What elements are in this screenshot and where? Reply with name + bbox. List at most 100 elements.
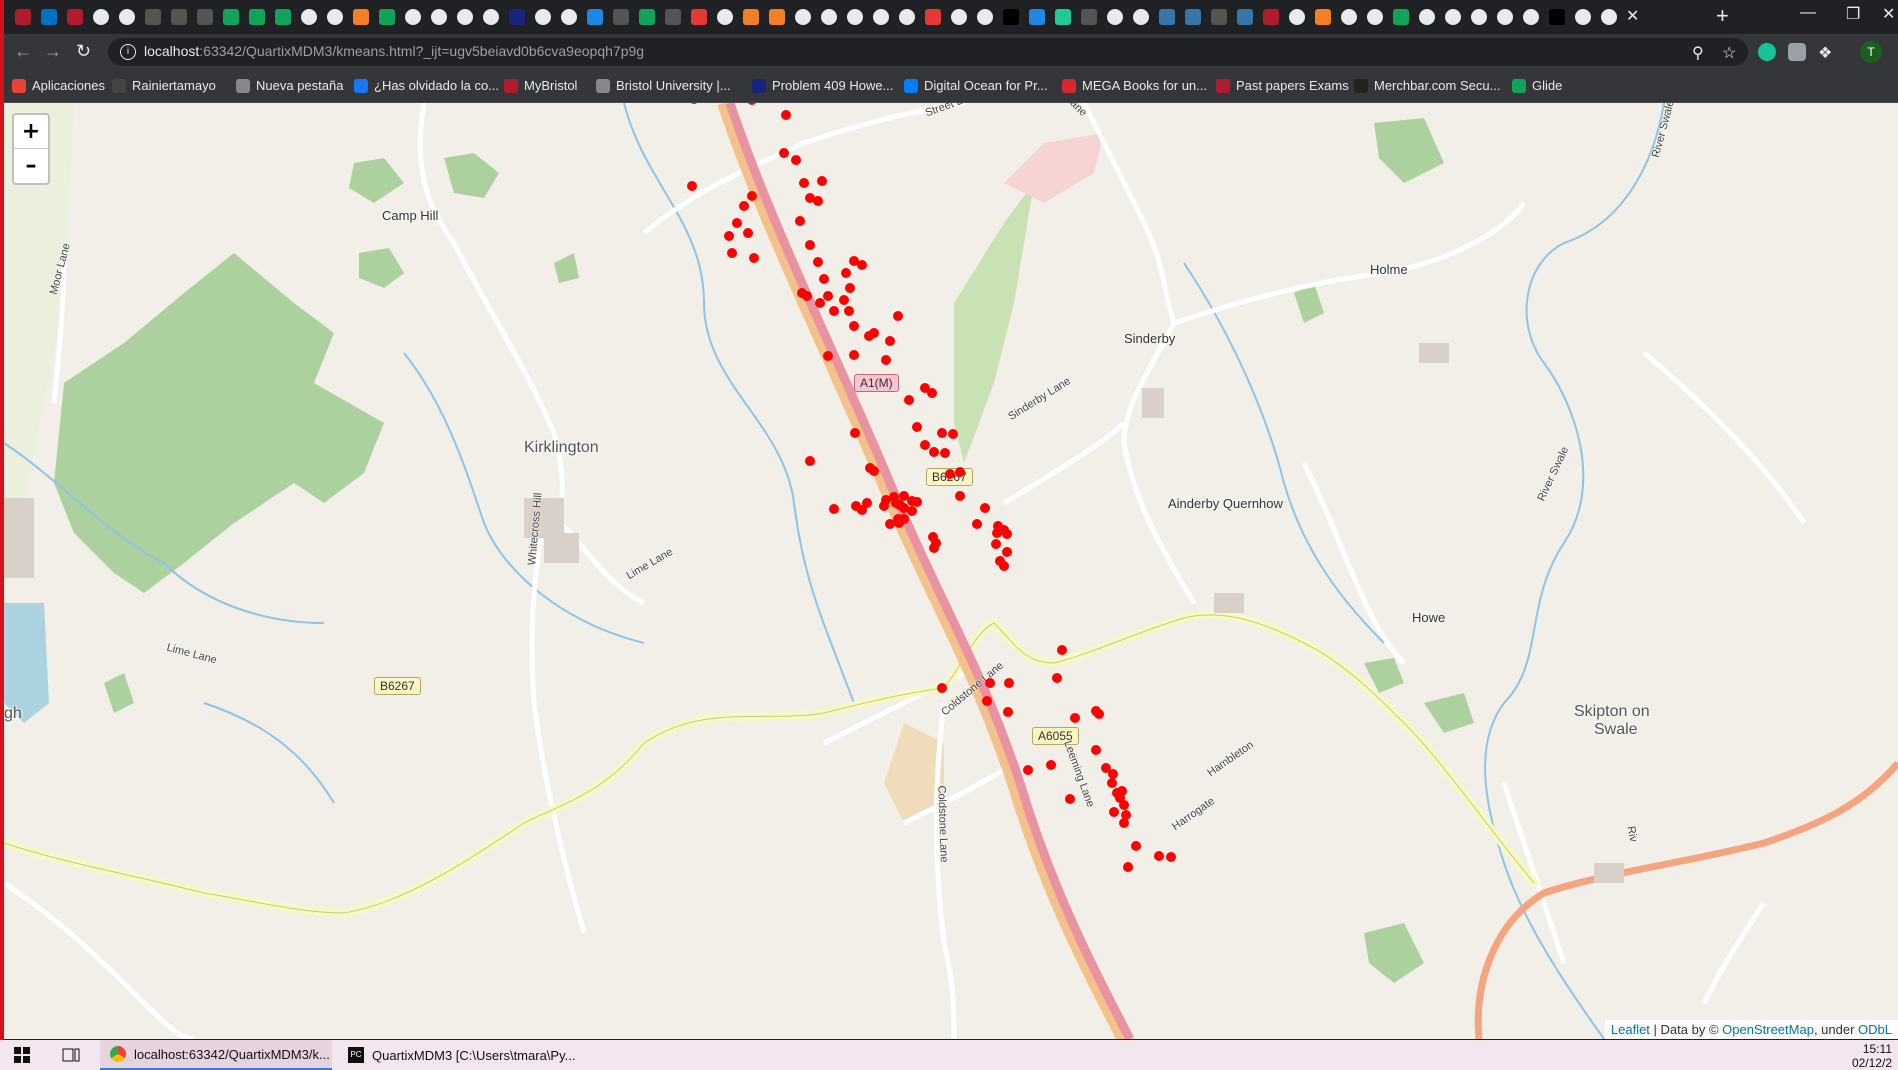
bookmark-item[interactable]: Problem 409 Howe...	[752, 78, 893, 93]
cluster-marker[interactable]	[927, 388, 937, 398]
task-view-icon[interactable]	[62, 1040, 80, 1070]
grammarly-extension-icon[interactable]	[1758, 43, 1776, 61]
cluster-marker[interactable]	[912, 497, 922, 507]
minimize-icon[interactable]: —	[1800, 4, 1816, 22]
restore-icon[interactable]: ❐	[1846, 4, 1860, 24]
cluster-marker[interactable]	[907, 506, 917, 516]
tab-favicon[interactable]	[584, 6, 606, 28]
tab-favicon[interactable]	[1494, 6, 1516, 28]
cluster-marker[interactable]	[781, 110, 791, 120]
cluster-marker[interactable]	[991, 539, 1001, 549]
cluster-marker[interactable]	[857, 505, 867, 515]
cluster-marker[interactable]	[849, 350, 859, 360]
cluster-marker[interactable]	[985, 678, 995, 688]
tab-favicon[interactable]	[1390, 6, 1412, 28]
cluster-marker[interactable]	[727, 248, 737, 258]
cluster-marker[interactable]	[739, 201, 749, 211]
cluster-marker[interactable]	[815, 298, 825, 308]
tab-favicon[interactable]	[1546, 6, 1568, 28]
bookmark-item[interactable]: MyBristol	[504, 78, 577, 93]
tab-favicon[interactable]	[272, 6, 294, 28]
taskbar-item-pycharm[interactable]: PC QuartixMDM3 [C:\Users\tmara\Py...	[340, 1040, 588, 1070]
tab-favicon[interactable]	[714, 6, 736, 28]
cluster-marker[interactable]	[849, 321, 859, 331]
cluster-marker[interactable]	[805, 456, 815, 466]
tab-favicon[interactable]	[324, 6, 346, 28]
map-view[interactable]: + – Camp Hill Kirklington Sinderby Holme…	[4, 103, 1898, 1039]
puzzle-icon[interactable]: ❖	[1818, 43, 1836, 62]
cluster-marker[interactable]	[747, 103, 757, 105]
site-info-icon[interactable]: i	[120, 44, 136, 60]
cluster-marker[interactable]	[972, 519, 982, 529]
tab-favicon[interactable]	[1468, 6, 1490, 28]
cluster-marker[interactable]	[839, 295, 849, 305]
bookmark-item[interactable]: Glide	[1512, 78, 1562, 93]
cluster-marker[interactable]	[1023, 765, 1033, 775]
tab-favicon[interactable]	[168, 6, 190, 28]
tab-favicon[interactable]	[1104, 6, 1126, 28]
cluster-marker[interactable]	[817, 176, 827, 186]
cluster-marker[interactable]	[1002, 547, 1012, 557]
close-window-icon[interactable]: ✕	[1882, 4, 1895, 24]
tab-favicon[interactable]	[90, 6, 112, 28]
tab-favicon[interactable]	[740, 6, 762, 28]
tab-favicon[interactable]	[1234, 6, 1256, 28]
cluster-marker[interactable]	[1004, 678, 1014, 688]
cluster-marker[interactable]	[1108, 769, 1118, 779]
cluster-marker[interactable]	[689, 103, 699, 104]
cluster-marker[interactable]	[813, 196, 823, 206]
cluster-marker[interactable]	[982, 696, 992, 706]
tab-favicon[interactable]	[558, 6, 580, 28]
cluster-marker[interactable]	[992, 528, 1002, 538]
cluster-marker[interactable]	[1119, 818, 1129, 828]
cluster-marker[interactable]	[1052, 673, 1062, 683]
cluster-marker[interactable]	[945, 469, 955, 479]
url-text[interactable]: localhost:63342/QuartixMDM3/kmeans.html?…	[144, 43, 644, 59]
cluster-marker[interactable]	[791, 155, 801, 165]
cluster-marker[interactable]	[1154, 851, 1164, 861]
zoom-icon[interactable]: ⚲	[1692, 43, 1704, 63]
tab-favicon[interactable]	[1286, 6, 1308, 28]
tab-favicon[interactable]	[1416, 6, 1438, 28]
cluster-marker[interactable]	[687, 181, 697, 191]
tab-favicon[interactable]	[922, 6, 944, 28]
bookmark-item[interactable]: Merchbar.com Secu...	[1354, 78, 1500, 93]
bookmark-item[interactable]: Nueva pestaña	[236, 78, 343, 93]
cluster-marker[interactable]	[850, 428, 860, 438]
cluster-marker[interactable]	[829, 504, 839, 514]
bookmark-item[interactable]: Bristol University |...	[596, 78, 731, 93]
tab-favicon[interactable]	[792, 6, 814, 28]
tab-favicon[interactable]	[870, 6, 892, 28]
cluster-marker[interactable]	[885, 336, 895, 346]
tab-favicon[interactable]	[194, 6, 216, 28]
close-tab-icon[interactable]: ✕	[1626, 6, 1639, 28]
tab-favicon[interactable]	[1520, 6, 1542, 28]
cluster-marker[interactable]	[929, 543, 939, 553]
cluster-marker[interactable]	[823, 291, 833, 301]
tab-favicon[interactable]	[1598, 6, 1620, 28]
tab-favicon[interactable]	[298, 6, 320, 28]
cluster-marker[interactable]	[869, 328, 879, 338]
tab-favicon[interactable]	[506, 6, 528, 28]
cluster-marker[interactable]	[929, 447, 939, 457]
tab-favicon[interactable]	[1312, 6, 1334, 28]
tab-favicon[interactable]	[350, 6, 372, 28]
odbl-link[interactable]: ODbL	[1858, 1022, 1892, 1037]
bookmark-item[interactable]: Past papers Exams	[1216, 78, 1349, 93]
cluster-marker[interactable]	[799, 178, 809, 188]
tab-favicon[interactable]	[1130, 6, 1152, 28]
tab-favicon[interactable]	[1000, 6, 1022, 28]
cluster-marker[interactable]	[857, 260, 867, 270]
tab-favicon[interactable]	[1260, 6, 1282, 28]
cluster-marker[interactable]	[879, 501, 889, 511]
new-tab-button[interactable]: +	[1716, 3, 1729, 29]
cluster-marker[interactable]	[1065, 794, 1075, 804]
cluster-marker[interactable]	[1070, 713, 1080, 723]
cluster-marker[interactable]	[893, 311, 903, 321]
cluster-marker[interactable]	[795, 216, 805, 226]
openstreetmap-link[interactable]: OpenStreetMap	[1722, 1022, 1814, 1037]
cluster-marker[interactable]	[1094, 709, 1104, 719]
cluster-marker[interactable]	[948, 429, 958, 439]
cluster-marker[interactable]	[1166, 852, 1176, 862]
cluster-marker[interactable]	[869, 466, 879, 476]
